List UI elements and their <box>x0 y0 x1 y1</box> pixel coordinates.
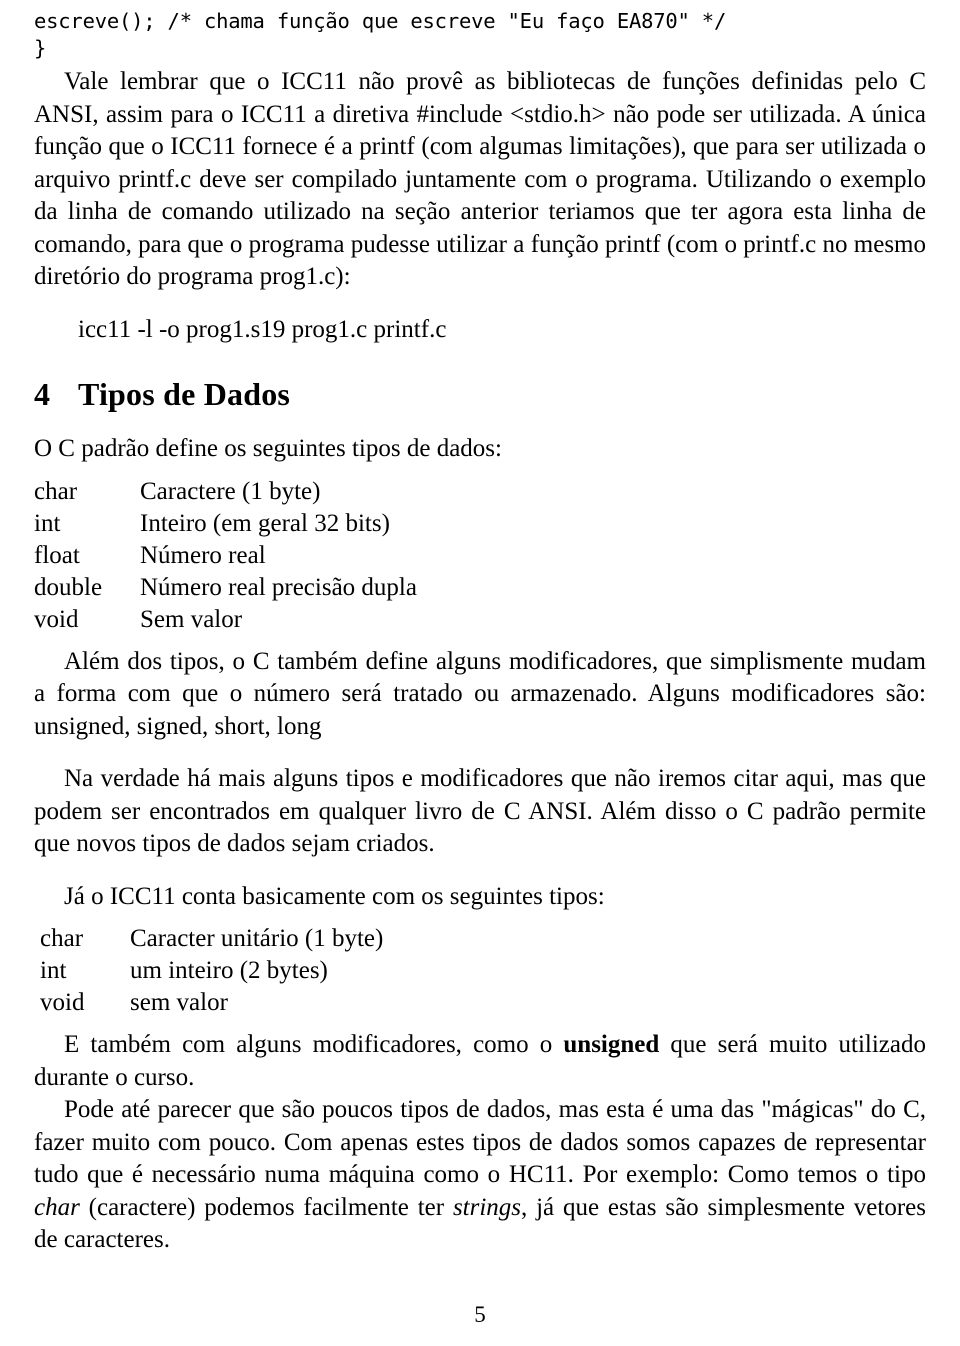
type-description: Caracter unitário (1 byte) <box>130 925 384 953</box>
section-title: Tipos de Dados <box>78 376 291 413</box>
paragraph-few-types-magic: Pode até parecer que são poucos tipos de… <box>34 1094 926 1257</box>
table-row: float Número real <box>34 540 417 572</box>
type-keyword: double <box>34 573 103 601</box>
code-line: escreve(); /* chama função que escreve "… <box>34 9 727 33</box>
table-row: int Inteiro (em geral 32 bits) <box>34 508 417 540</box>
command-line-example: icc11 -l -o prog1.s19 prog1.c printf.c <box>78 315 447 343</box>
type-keyword: void <box>40 989 85 1017</box>
type-keyword: float <box>34 541 80 569</box>
text-run: Pode até parecer que são poucos tipos de… <box>34 1096 926 1189</box>
text-run: (caractere) podemos facilmente ter <box>79 1193 453 1221</box>
text-run-italic: char <box>34 1193 80 1221</box>
section-heading-tipos-de-dados: 4 Tipos de Dados <box>34 376 926 413</box>
paragraph-more-types: Na verdade há mais alguns tipos e modifi… <box>34 765 926 858</box>
paragraph-unsigned-modifier: E também com alguns modificadores, como … <box>34 1029 926 1094</box>
type-description: sem valor <box>130 989 228 1017</box>
type-keyword: int <box>34 509 61 537</box>
type-keyword: void <box>34 605 79 633</box>
type-description: Número real precisão dupla <box>140 573 417 601</box>
paragraph-c-standard-types-intro: O C padrão define os seguintes tipos de … <box>34 435 502 463</box>
type-keyword: char <box>40 925 84 953</box>
code-line: } <box>34 36 47 61</box>
table-row: int um inteiro (2 bytes) <box>40 955 383 987</box>
type-keyword: int <box>40 957 67 985</box>
type-description: Caractere (1 byte) <box>140 477 321 505</box>
table-row: void Sem valor <box>34 604 417 636</box>
table-row: char Caracter unitário (1 byte) <box>40 923 383 955</box>
type-description: um inteiro (2 bytes) <box>130 957 328 985</box>
paragraph-modifiers: Além dos tipos, o C também define alguns… <box>34 647 926 740</box>
text-run-italic: strings <box>452 1193 522 1221</box>
type-description: Número real <box>140 541 266 569</box>
page-number: 5 <box>474 1302 486 1327</box>
type-keyword: char <box>34 477 78 505</box>
table-icc11-types: char Caracter unitário (1 byte) int um i… <box>40 923 383 1019</box>
section-number: 4 <box>34 376 51 413</box>
paragraph-icc11-types-intro: Já o ICC11 conta basicamente com os segu… <box>64 882 605 910</box>
table-row: double Número real precisão dupla <box>34 572 417 604</box>
type-description: Sem valor <box>140 605 243 633</box>
document-page: escreve(); /* chama função que escreve "… <box>0 0 960 1346</box>
type-description: Inteiro (em geral 32 bits) <box>140 509 390 537</box>
code-block-top: escreve(); /* chama função que escreve "… <box>34 8 926 62</box>
table-standard-types: char Caractere (1 byte) int Inteiro (em … <box>34 476 417 636</box>
table-row: char Caractere (1 byte) <box>34 476 417 508</box>
table-row: void sem valor <box>40 987 383 1019</box>
paragraph-icc11-libraries: Vale lembrar que o ICC11 não provê as bi… <box>34 68 926 291</box>
text-run-bold: unsigned <box>563 1031 660 1059</box>
text-run: E também com alguns modificadores, como … <box>64 1031 564 1059</box>
